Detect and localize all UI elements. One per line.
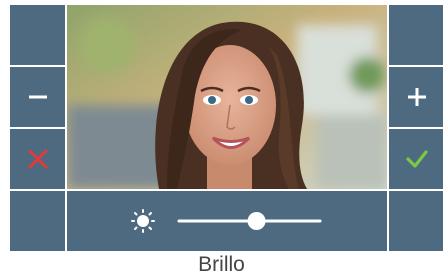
- right-blank-button: [389, 5, 443, 65]
- confirm-button[interactable]: [389, 129, 443, 189]
- sun-icon: [131, 209, 155, 233]
- visitor-face-image: [67, 5, 387, 189]
- setting-caption: Brillo: [198, 253, 245, 276]
- plus-icon: [407, 88, 426, 106]
- intercom-screen: [10, 5, 443, 251]
- left-bottom-blank-button: [10, 191, 65, 251]
- left-blank-button: [10, 5, 65, 65]
- decrease-button[interactable]: [10, 67, 65, 127]
- increase-button[interactable]: [389, 67, 443, 127]
- slider-knob[interactable]: [247, 212, 266, 230]
- close-icon: [28, 149, 47, 169]
- right-bottom-blank-button: [389, 191, 443, 251]
- camera-video-feed: [67, 5, 387, 189]
- brightness-slider[interactable]: [67, 191, 387, 251]
- minus-icon: [28, 95, 47, 99]
- check-icon: [405, 150, 428, 168]
- brightness-control-bar: [67, 191, 387, 251]
- cancel-button[interactable]: [10, 129, 65, 189]
